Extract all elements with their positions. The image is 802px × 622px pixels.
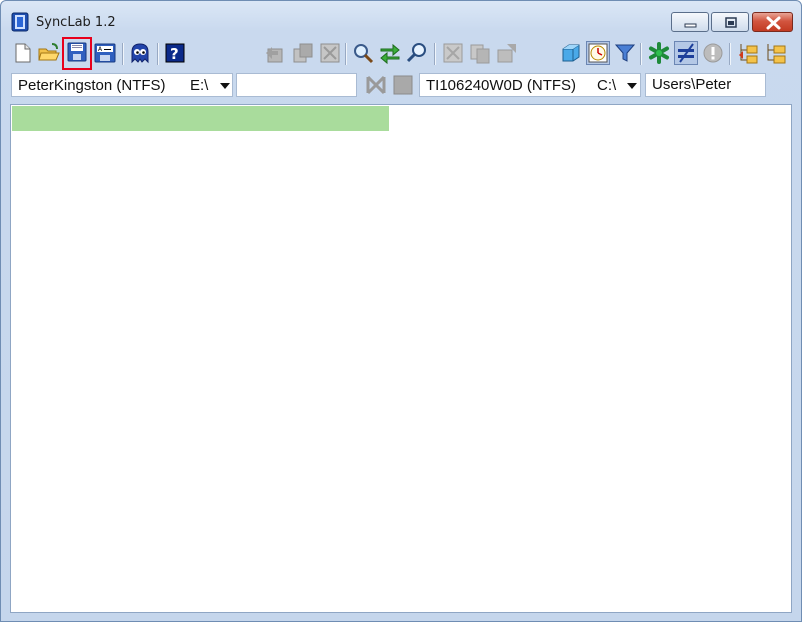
folder-tree-left-icon[interactable] (737, 41, 761, 65)
toolbar-separator (157, 43, 159, 65)
window-title: SyncLab 1.2 (36, 15, 116, 30)
mark-icon[interactable] (441, 41, 465, 65)
sync-arrows-icon[interactable] (378, 41, 402, 65)
minimize-button[interactable] (671, 12, 709, 32)
toolbar: A ? (9, 37, 793, 70)
find-icon[interactable] (405, 41, 429, 65)
right-path-value: Users\Peter (652, 76, 732, 93)
left-drive-label: E:\ (190, 77, 209, 94)
stop-icon[interactable] (392, 74, 414, 96)
svg-text:?: ? (170, 45, 179, 63)
close-button[interactable] (752, 12, 793, 32)
right-drive-label: C:\ (597, 77, 617, 94)
exclamation-icon[interactable] (701, 41, 725, 65)
right-volume-select[interactable]: TI106240W0D (NTFS) C:\ (419, 73, 641, 97)
move-icon[interactable] (495, 41, 519, 65)
new-document-icon[interactable] (11, 41, 35, 65)
title-bar[interactable]: SyncLab 1.2 (1, 1, 801, 37)
toolbar-separator (640, 43, 642, 65)
copy-icon[interactable] (468, 41, 492, 65)
app-window: SyncLab 1.2 A ? PeterKingston (NTFS) E:\… (0, 0, 802, 622)
toolbar-separator (729, 43, 731, 65)
ghost-icon[interactable] (128, 41, 152, 65)
save-as-icon[interactable]: A (93, 41, 117, 65)
maximize-button[interactable] (711, 12, 749, 32)
filter-icon[interactable] (613, 41, 637, 65)
scan-progress-bar (12, 106, 389, 131)
open-folder-icon[interactable] (37, 41, 61, 65)
folder-tree-right-icon[interactable] (764, 41, 788, 65)
path-bar: PeterKingston (NTFS) E:\ TI106240W0D (NT… (9, 71, 793, 99)
copy-both-icon[interactable] (291, 41, 315, 65)
toolbar-separator (122, 43, 124, 65)
box-icon[interactable] (559, 41, 583, 65)
chevron-down-icon (627, 83, 637, 89)
floppy-save-icon[interactable] (62, 37, 92, 70)
toolbar-separator (345, 43, 347, 65)
help-icon[interactable]: ? (163, 41, 187, 65)
left-path-field[interactable] (236, 73, 357, 97)
asterisk-icon[interactable] (647, 41, 671, 65)
copy-left-icon[interactable] (264, 41, 288, 65)
app-icon (11, 12, 29, 32)
left-volume-label: PeterKingston (NTFS) (18, 77, 166, 94)
toolbar-separator (434, 43, 436, 65)
delete-icon[interactable] (318, 41, 342, 65)
clock-icon[interactable] (586, 41, 610, 65)
chevron-down-icon (220, 83, 230, 89)
not-equal-icon[interactable] (674, 41, 698, 65)
file-list-panel[interactable] (10, 104, 792, 613)
right-path-field[interactable]: Users\Peter (645, 73, 766, 97)
right-volume-label: TI106240W0D (NTFS) (426, 77, 577, 94)
left-volume-select[interactable]: PeterKingston (NTFS) E:\ (11, 73, 233, 97)
magnifier-icon[interactable] (351, 41, 375, 65)
compare-icon[interactable] (365, 74, 387, 96)
